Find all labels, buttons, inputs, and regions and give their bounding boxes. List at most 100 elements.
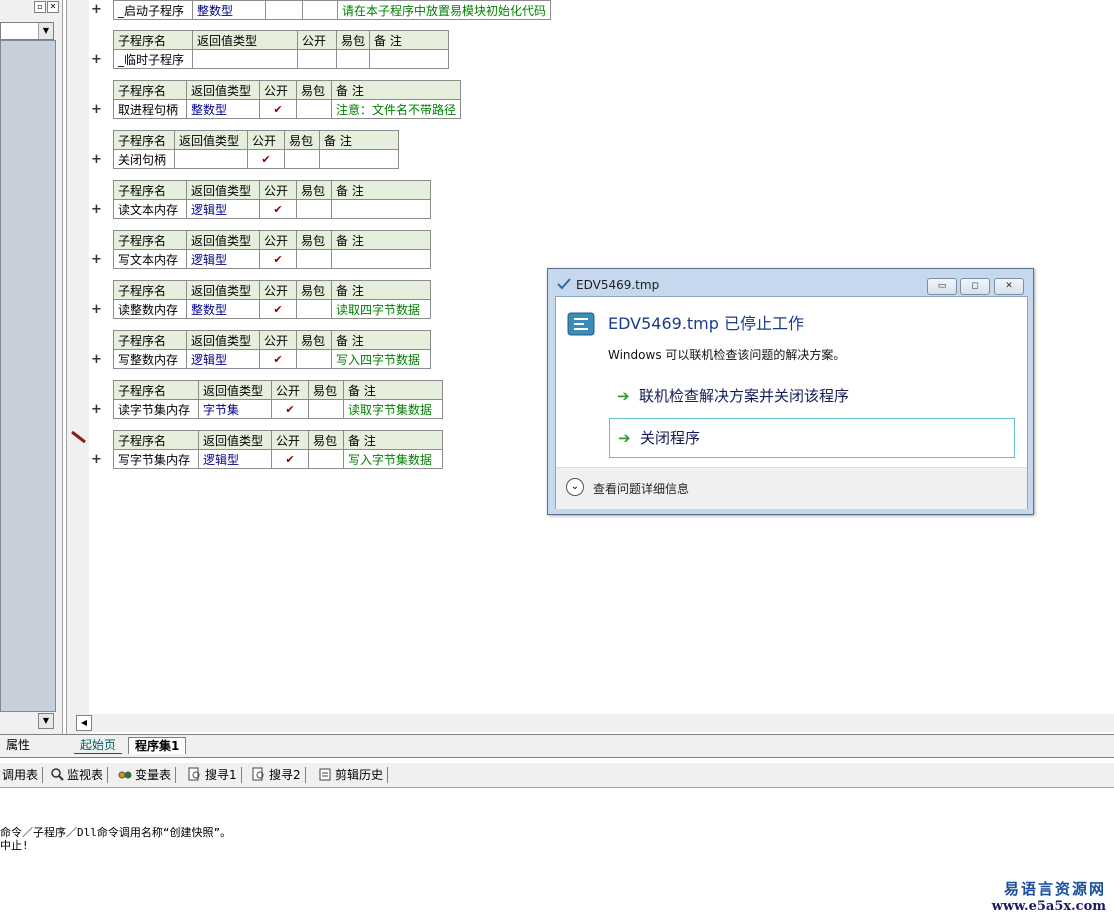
expand-details-icon[interactable]: ⌄ [566, 478, 584, 496]
minimize-button[interactable]: ▭ [927, 278, 957, 295]
easy-pkg-cell[interactable] [296, 199, 332, 219]
dialog-heading: EDV5469.tmp 已停止工作 [608, 314, 805, 333]
return-type[interactable]: 整数型 [186, 99, 260, 119]
header-public: 公开 [259, 330, 297, 350]
public-check[interactable]: ✔ [259, 349, 297, 369]
subroutine-name[interactable]: _启动子程序 [113, 0, 193, 20]
expand-icon[interactable]: + [91, 352, 102, 367]
scroll-down-button[interactable]: ▼ [38, 713, 54, 729]
chevron-down-icon[interactable]: ▼ [38, 23, 53, 39]
public-cell[interactable] [264, 0, 303, 20]
expand-icon[interactable]: + [91, 252, 102, 267]
note-cell[interactable] [369, 49, 450, 69]
public-check[interactable]: ✔ [271, 399, 309, 419]
check-online-option[interactable]: ➔ 联机检查解决方案并关闭该程序 [609, 377, 1013, 415]
watermark-url: www.e5a5x.com [991, 899, 1106, 914]
dialog-titlebar[interactable]: EDV5469.tmp ▭ ◻ ✕ [548, 269, 1033, 295]
view-details-link[interactable]: 查看问题详细信息 [593, 480, 689, 497]
scroll-left-button[interactable]: ◀ [76, 715, 92, 731]
easy-pkg-cell[interactable] [308, 449, 344, 469]
subroutine-name[interactable]: 读字节集内存 [113, 399, 199, 419]
easy-pkg-cell[interactable] [296, 249, 332, 269]
expand-icon[interactable]: + [91, 402, 102, 417]
horizontal-scrollbar[interactable]: ◀ [72, 714, 1114, 732]
subroutine-name[interactable]: 写整数内存 [113, 349, 187, 369]
expand-icon[interactable]: + [91, 102, 102, 117]
return-type[interactable]: 逻辑型 [198, 449, 272, 469]
header-return-type: 返回值类型 [186, 180, 260, 200]
property-list[interactable] [0, 40, 56, 712]
note-cell[interactable]: 请在本子程序中放置易模块初始化代码 [336, 0, 552, 20]
public-check[interactable]: ✔ [247, 149, 285, 169]
public-check[interactable] [297, 49, 337, 69]
header-name: 子程序名 [113, 380, 199, 400]
easy-pkg-cell[interactable] [296, 299, 332, 319]
tab-program-set[interactable]: 程序集1 [128, 737, 187, 754]
header-return-type: 返回值类型 [198, 380, 272, 400]
expand-icon[interactable]: + [91, 452, 102, 467]
output-line: 命令／子程序／Dll命令调用名称“创建快照”。 [0, 826, 232, 839]
note-cell[interactable]: 写入四字节数据 [331, 349, 431, 369]
return-type[interactable]: 逻辑型 [186, 249, 260, 269]
tab-watch-table[interactable]: 监视表 [50, 767, 109, 783]
note-cell[interactable] [331, 199, 431, 219]
note-cell[interactable]: 注意：文件名不带路径 [330, 99, 462, 119]
note-cell[interactable] [331, 249, 431, 269]
subroutine-name[interactable]: 读文本内存 [113, 199, 187, 219]
subroutine-name[interactable]: 关闭句柄 [113, 149, 175, 169]
return-type[interactable] [192, 49, 298, 69]
public-check[interactable]: ✔ [271, 449, 309, 469]
header-return-type: 返回值类型 [198, 430, 272, 450]
return-type[interactable] [174, 149, 248, 169]
subroutine-name[interactable]: 写文本内存 [113, 249, 187, 269]
return-type[interactable]: 字节集 [198, 399, 272, 419]
subroutine-name[interactable]: 写字节集内存 [113, 449, 199, 469]
return-type[interactable]: 整数型 [186, 299, 260, 319]
tab-start-page[interactable]: 起始页 [74, 737, 123, 754]
note-cell[interactable]: 读取四字节数据 [331, 299, 431, 319]
expand-icon[interactable]: + [91, 52, 102, 67]
tab-clip-history[interactable]: 剪辑历史 [318, 767, 389, 783]
header-note: 备 注 [330, 80, 462, 100]
close-icon[interactable]: ✕ [47, 1, 59, 13]
expand-icon[interactable]: + [91, 152, 102, 167]
public-check[interactable]: ✔ [259, 249, 297, 269]
header-return-type: 返回值类型 [186, 280, 260, 300]
return-type[interactable]: 逻辑型 [186, 199, 260, 219]
header-name: 子程序名 [113, 180, 187, 200]
tab-call-table[interactable]: 调用表 [2, 767, 44, 783]
return-type[interactable]: 逻辑型 [186, 349, 260, 369]
easy-pkg-cell[interactable] [301, 0, 338, 20]
option-label: 联机检查解决方案并关闭该程序 [639, 387, 850, 405]
subroutine-name[interactable]: _临时子程序 [113, 49, 193, 69]
subroutine-name[interactable]: 读整数内存 [113, 299, 187, 319]
header-note: 备 注 [369, 30, 450, 50]
restore-icon[interactable]: ▫ [34, 1, 46, 13]
public-check[interactable]: ✔ [259, 99, 297, 119]
easy-pkg-cell[interactable] [296, 349, 332, 369]
close-button[interactable]: ✕ [994, 278, 1024, 295]
note-cell[interactable]: 读取字节集数据 [343, 399, 443, 419]
return-type[interactable]: 整数型 [191, 0, 266, 20]
easy-pkg-cell[interactable] [296, 99, 332, 119]
object-combo[interactable]: ▼ [0, 22, 54, 40]
public-check[interactable]: ✔ [259, 199, 297, 219]
tab-search1[interactable]: 搜寻1 [188, 767, 242, 783]
tab-properties[interactable]: 属性 [0, 737, 36, 753]
search-doc-icon [188, 767, 200, 781]
expand-icon[interactable]: + [91, 2, 102, 17]
note-cell[interactable] [319, 149, 399, 169]
easy-pkg-cell[interactable] [335, 49, 371, 69]
public-check[interactable]: ✔ [259, 299, 297, 319]
easy-pkg-cell[interactable] [308, 399, 344, 419]
easy-pkg-cell[interactable] [284, 149, 320, 169]
tab-search2[interactable]: 搜寻2 [252, 767, 306, 783]
expand-icon[interactable]: + [91, 202, 102, 217]
subroutine-name[interactable]: 取进程句柄 [113, 99, 187, 119]
header-return-type: 返回值类型 [186, 230, 260, 250]
tab-variable-table[interactable]: 变量表 [118, 767, 177, 783]
note-cell[interactable]: 写入字节集数据 [343, 449, 443, 469]
maximize-button[interactable]: ◻ [960, 278, 990, 295]
expand-icon[interactable]: + [91, 302, 102, 317]
close-program-option[interactable]: ➔ 关闭程序 [609, 418, 1015, 458]
